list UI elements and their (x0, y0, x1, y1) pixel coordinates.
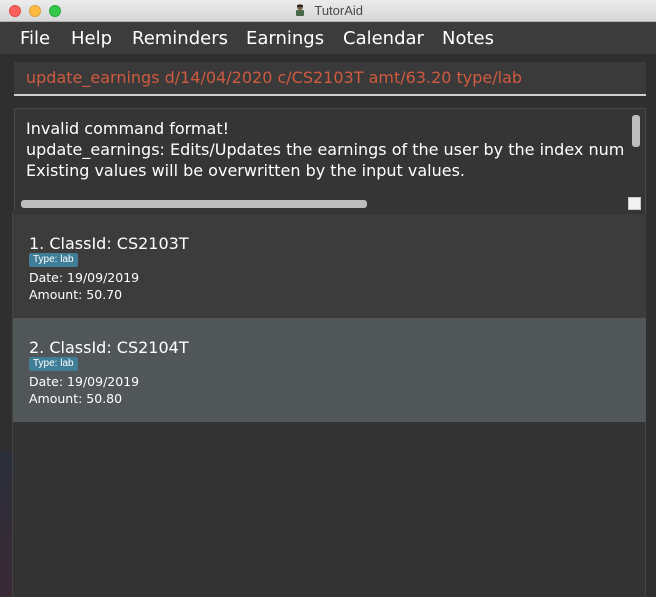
earnings-card-title: 2. ClassId: CS2104T (29, 338, 189, 357)
earnings-card[interactable]: 1. ClassId: CS2103T Type: lab Date: 19/0… (13, 214, 646, 318)
command-input[interactable]: update_earnings d/14/04/2020 c/CS2103T a… (14, 62, 646, 96)
menu-calendar[interactable]: Calendar (343, 28, 424, 49)
type-tag: Type: lab (29, 253, 78, 267)
window-title-group: TutorAid (0, 3, 656, 18)
earnings-card[interactable]: 2. ClassId: CS2104T Type: lab Date: 19/0… (13, 318, 646, 422)
command-input-text[interactable]: update_earnings d/14/04/2020 c/CS2103T a… (26, 68, 522, 87)
title-bar: TutorAid (0, 0, 656, 22)
menu-reminders[interactable]: Reminders (132, 28, 228, 49)
earnings-list: 1. ClassId: CS2103T Type: lab Date: 19/0… (12, 212, 646, 597)
app-icon (295, 4, 304, 16)
app-window: File Help Reminders Earnings Calendar No… (0, 22, 656, 597)
earnings-amount: Amount: 50.80 (29, 391, 123, 406)
earnings-date: Date: 19/09/2019 (29, 374, 140, 389)
menu-earnings[interactable]: Earnings (246, 28, 324, 49)
earnings-card-title: 1. ClassId: CS2103T (29, 234, 189, 253)
menu-help[interactable]: Help (71, 28, 112, 49)
result-line: update_earnings: Edits/Updates the earni… (26, 140, 625, 159)
menu-notes[interactable]: Notes (442, 28, 494, 49)
result-line: Invalid command format! (26, 119, 230, 138)
result-line: Existing values will be overwritten by t… (26, 161, 466, 180)
horizontal-scrollbar[interactable] (21, 200, 367, 208)
type-tag: Type: lab (29, 357, 78, 371)
window-title: TutorAid (314, 3, 364, 18)
scroll-corner (628, 197, 641, 210)
menu-bar: File Help Reminders Earnings Calendar No… (0, 22, 656, 54)
result-display: Invalid command format! update_earnings:… (14, 108, 646, 216)
earnings-date: Date: 19/09/2019 (29, 270, 140, 285)
menu-file[interactable]: File (20, 28, 50, 49)
earnings-amount: Amount: 50.70 (29, 287, 123, 302)
vertical-scrollbar[interactable] (632, 115, 640, 147)
background-edge (0, 452, 12, 597)
